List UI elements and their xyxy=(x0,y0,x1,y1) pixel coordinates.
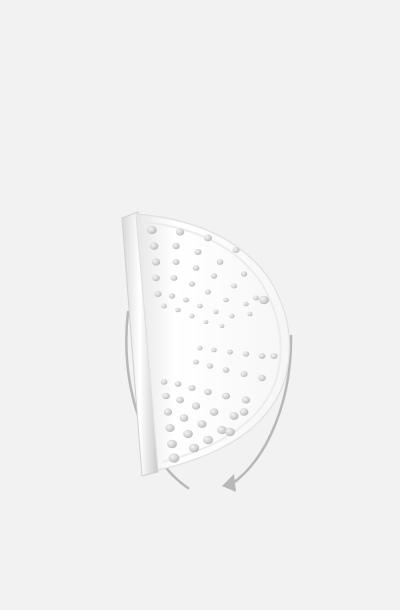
perforation-hole xyxy=(232,246,240,254)
perforation-hole xyxy=(258,353,266,359)
perforation-hole xyxy=(222,367,230,373)
perforation-hole xyxy=(204,388,212,396)
perforation-hole xyxy=(160,379,168,385)
perforation-hole xyxy=(192,265,200,271)
perforation-hole xyxy=(253,295,259,301)
perforation-hole xyxy=(206,363,214,369)
perforation-hole xyxy=(204,234,212,242)
rotate-arrow-head-icon xyxy=(222,474,236,492)
rotation-viewer-svg xyxy=(121,211,293,492)
perforation-hole xyxy=(191,402,201,410)
perforation-hole xyxy=(227,349,233,355)
perforation-hole xyxy=(197,303,203,309)
disc-face xyxy=(135,213,291,471)
perforation-hole xyxy=(247,311,253,317)
perforation-hole xyxy=(170,275,178,281)
perforation-hole xyxy=(216,259,224,265)
perforation-hole xyxy=(188,443,200,453)
perforation-hole xyxy=(209,408,219,416)
perforation-hole xyxy=(183,429,193,439)
perforation-hole xyxy=(163,408,173,416)
perforated-half-disc-icon xyxy=(121,211,291,477)
perforation-hole xyxy=(172,242,180,250)
perforation-hole xyxy=(210,273,218,279)
perforation-hole xyxy=(239,408,249,416)
perforation-hole xyxy=(161,303,167,309)
perforation-hole xyxy=(219,323,225,329)
perforation-hole xyxy=(258,374,266,382)
perforation-hole xyxy=(183,297,189,303)
perforation-hole xyxy=(203,319,209,325)
perforation-hole xyxy=(203,435,213,445)
perforation-hole xyxy=(231,283,237,289)
perforation-hole xyxy=(229,313,235,319)
perforation-hole xyxy=(188,281,196,287)
perforation-hole xyxy=(174,381,182,387)
perforation-hole xyxy=(197,345,203,351)
perforation-hole xyxy=(205,289,211,295)
perforation-hole xyxy=(165,424,175,432)
perforation-hole xyxy=(189,313,195,319)
perforation-hole xyxy=(152,274,160,282)
perforation-hole xyxy=(211,347,217,353)
perforation-hole xyxy=(259,295,269,305)
perforation-hole xyxy=(147,225,157,235)
product-viewer-stage xyxy=(0,0,400,610)
perforation-hole xyxy=(168,293,176,299)
perforation-hole xyxy=(225,427,235,437)
perforation-hole xyxy=(175,307,181,313)
perforation-hole xyxy=(194,248,202,256)
perforation-hole xyxy=(193,359,199,365)
perforation-hole xyxy=(188,384,196,392)
perforation-hole xyxy=(179,414,189,422)
perforation-hole xyxy=(242,351,250,357)
perforation-hole xyxy=(240,271,248,277)
perforation-hole xyxy=(213,309,219,315)
perforation-hole xyxy=(167,439,177,449)
perforation-hole xyxy=(151,258,161,266)
perforation-hole xyxy=(270,352,278,360)
perforation-hole xyxy=(222,392,230,400)
perforation-hole xyxy=(162,392,170,400)
perforation-hole xyxy=(168,453,180,463)
perforation-hole xyxy=(197,420,207,428)
perforation-hole xyxy=(172,258,180,266)
perforation-hole xyxy=(243,301,249,307)
perforation-hole xyxy=(223,297,229,303)
perforation-hole xyxy=(241,396,251,404)
perforation-hole xyxy=(175,228,185,236)
perforation-hole xyxy=(176,396,184,404)
perforation-hole xyxy=(154,290,162,298)
perforation-hole xyxy=(149,242,159,250)
perforation-hole xyxy=(229,412,239,420)
perforation-hole xyxy=(240,370,248,378)
